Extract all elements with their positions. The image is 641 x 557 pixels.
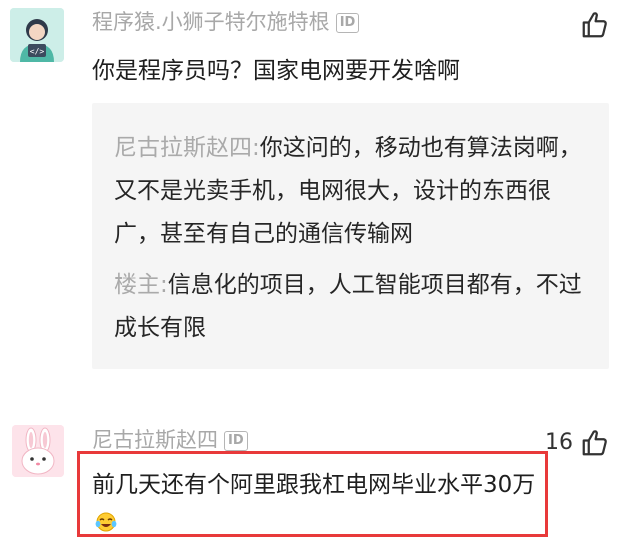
username[interactable]: 尼古拉斯赵四 ID [92,424,248,454]
reply-author[interactable]: 尼古拉斯赵四: [114,135,260,161]
like-button[interactable] [580,10,610,40]
id-badge: ID [224,431,248,451]
comment-text: 前几天还有个阿里跟我杠电网毕业水平30万 [92,466,542,542]
svg-text:</>: </> [30,47,45,56]
like-button[interactable] [580,428,610,458]
thumbs-up-icon [582,12,607,38]
avatar[interactable] [12,425,64,477]
coder-avatar-icon: </> [10,8,64,62]
bunny-avatar-icon [12,425,64,477]
comment-text-body: 前几天还有个阿里跟我杠电网毕业水平30万 [92,472,536,498]
reply-text: 信息化的项目，人工智能项目都有，不过成长有限 [114,272,582,341]
username-text[interactable]: 尼古拉斯赵四 [92,428,218,452]
username-text[interactable]: 程序猿.小狮子特尔施特根 [92,10,330,34]
reply-author[interactable]: 楼主: [114,272,168,298]
reply-item[interactable]: 楼主:信息化的项目，人工智能项目都有，不过成长有限 [114,264,594,350]
avatar[interactable]: </> [10,8,64,62]
reply-item[interactable]: 尼古拉斯赵四:你这问的，移动也有算法岗啊，又不是光卖手机，电网很大，设计的东西很… [114,127,594,256]
crying-laughing-emoji-icon [94,507,118,532]
like-count: 16 [545,430,573,455]
comment-text: 你是程序员吗？国家电网要开发啥啊 [92,58,460,84]
thumbs-up-icon [582,430,607,456]
reply-box[interactable]: 尼古拉斯赵四:你这问的，移动也有算法岗啊，又不是光卖手机，电网很大，设计的东西很… [92,103,609,369]
id-badge: ID [335,13,360,33]
username[interactable]: 程序猿.小狮子特尔施特根 ID [92,6,360,36]
